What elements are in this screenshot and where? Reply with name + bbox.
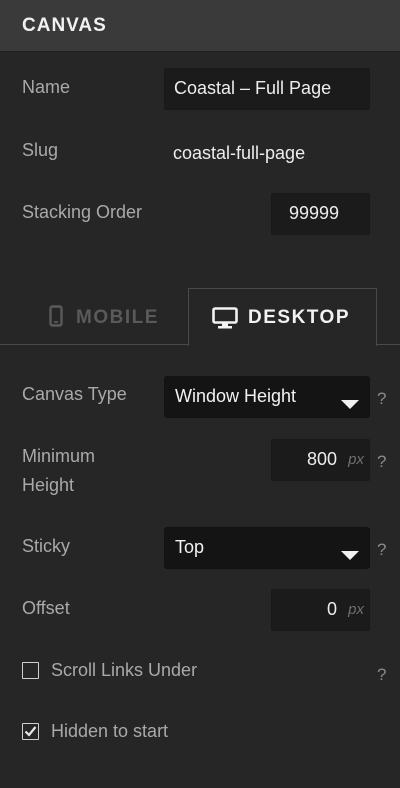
stacking-order-value: 99999	[288, 203, 339, 223]
sticky-select[interactable]: Top	[164, 527, 370, 569]
hidden-to-start-label: Hidden to start	[51, 721, 169, 741]
panel-header: CANVAS	[0, 0, 400, 52]
canvas-type-label: Canvas Type	[22, 384, 127, 404]
name-input-value: Coastal – Full Page	[174, 78, 332, 98]
tab-desktop-label: DESKTOP	[248, 307, 351, 328]
minimum-height-unit: px	[348, 451, 364, 468]
tab-mobile-label: MOBILE	[76, 307, 159, 328]
panel-title: CANVAS	[22, 15, 107, 36]
desktop-monitor-icon	[212, 307, 238, 335]
minimum-height-value: 800	[306, 449, 337, 469]
canvas-type-help-icon[interactable]: ?	[377, 389, 386, 409]
sticky-help-icon[interactable]: ?	[377, 540, 386, 560]
minimum-height-input[interactable]: 800 px	[271, 439, 370, 481]
scroll-links-under-label: Scroll Links Under	[51, 660, 198, 680]
canvas-type-select[interactable]: Window Height	[164, 376, 370, 418]
sticky-label: Sticky	[22, 536, 71, 556]
slug-value: coastal-full-page	[173, 143, 306, 163]
chevron-down-icon	[341, 545, 359, 566]
offset-unit: px	[348, 601, 364, 618]
canvas-type-value: Window Height	[175, 386, 297, 406]
minimum-height-help-icon[interactable]: ?	[377, 452, 386, 472]
minimum-height-label-line2: Height	[22, 475, 75, 495]
hidden-to-start-checkbox[interactable]	[22, 723, 39, 740]
slug-label: Slug	[22, 140, 59, 160]
stacking-order-input[interactable]: 99999	[271, 193, 370, 235]
offset-input[interactable]: 0 px	[271, 589, 370, 631]
chevron-down-icon	[341, 394, 359, 415]
name-input[interactable]: Coastal – Full Page	[164, 68, 370, 110]
scroll-links-help-icon[interactable]: ?	[377, 665, 386, 685]
name-label: Name	[22, 77, 71, 97]
offset-value: 0	[326, 599, 337, 619]
scroll-links-under-checkbox[interactable]	[22, 662, 39, 679]
mobile-phone-icon	[49, 305, 63, 333]
tab-mobile[interactable]: MOBILE	[22, 288, 186, 344]
sticky-value: Top	[175, 537, 205, 557]
minimum-height-label-line1: Minimum	[22, 446, 96, 466]
checkmark-icon	[24, 726, 37, 737]
offset-label: Offset	[22, 598, 70, 618]
stacking-order-label: Stacking Order	[22, 202, 143, 222]
tab-desktop[interactable]: DESKTOP	[188, 288, 377, 346]
